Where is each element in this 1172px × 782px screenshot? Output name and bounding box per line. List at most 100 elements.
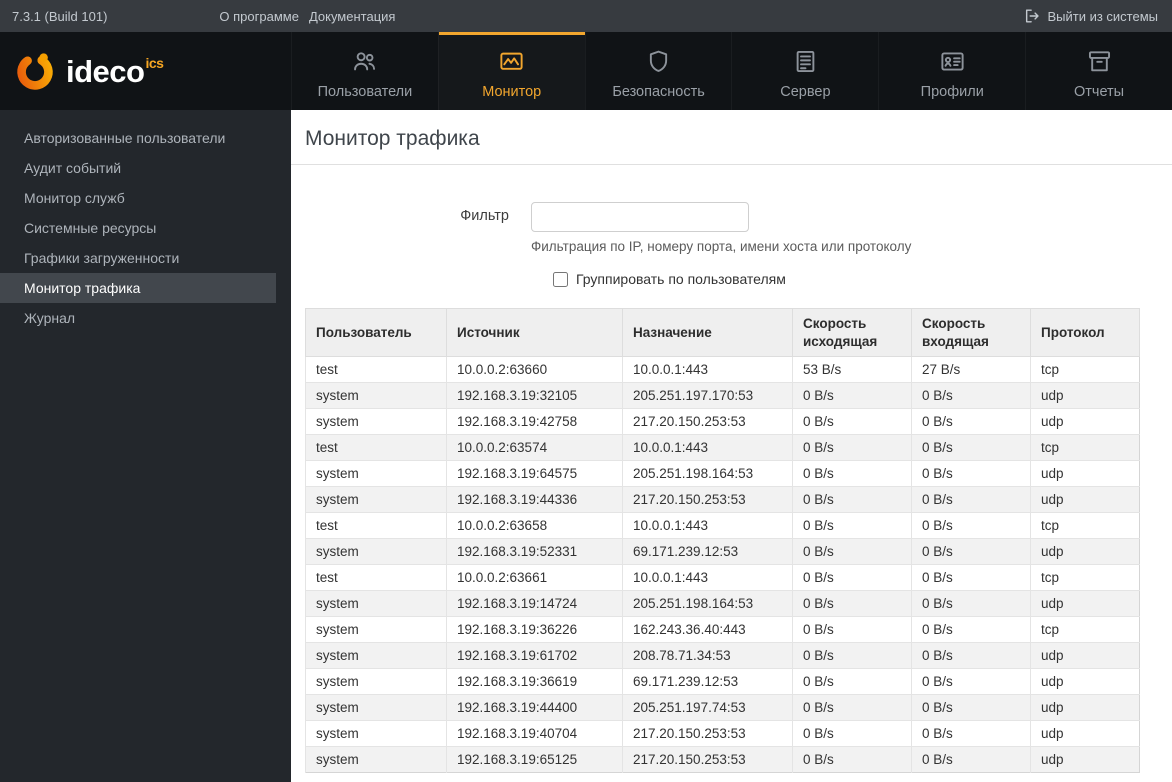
brand-suffix: ics: [145, 54, 164, 71]
table-cell: 0 B/s: [911, 538, 1031, 565]
nav-label: Сервер: [780, 84, 831, 100]
table-cell: 205.251.197.74:53: [622, 694, 793, 721]
table-cell: 10.0.0.1:443: [622, 434, 793, 461]
table-cell: 0 B/s: [911, 460, 1031, 487]
table-cell: udp: [1030, 590, 1140, 617]
nav-label: Пользователи: [317, 84, 413, 100]
table-cell: 192.168.3.19:32105: [446, 382, 623, 409]
table-cell: 0 B/s: [911, 590, 1031, 617]
table-cell: tcp: [1030, 564, 1140, 591]
table-cell: 0 B/s: [911, 694, 1031, 721]
about-link[interactable]: О программе: [219, 9, 299, 24]
table-cell: udp: [1030, 668, 1140, 695]
table-cell: 0 B/s: [911, 512, 1031, 539]
table-cell: 217.20.150.253:53: [622, 720, 793, 747]
logout-button[interactable]: Выйти из системы: [1024, 8, 1158, 24]
nav-item-security[interactable]: Безопасность: [584, 32, 732, 110]
table-cell: 0 B/s: [911, 408, 1031, 435]
table-cell: system: [305, 408, 447, 435]
table-cell: 217.20.150.253:53: [622, 746, 793, 773]
sidebar-item-services-monitor[interactable]: Монитор служб: [0, 183, 276, 213]
logout-label: Выйти из системы: [1047, 8, 1158, 24]
sidebar-item-load-graphs[interactable]: Графики загруженности: [0, 243, 276, 273]
table-cell: tcp: [1030, 434, 1140, 461]
table-cell: test: [305, 512, 447, 539]
nav-label: Отчеты: [1073, 84, 1125, 100]
table-cell: 205.251.197.170:53: [622, 382, 793, 409]
content-area: Монитор трафика Фильтр Фильтрация по IP,…: [291, 110, 1172, 782]
brand-logo[interactable]: idecoics: [0, 32, 291, 110]
table-cell: system: [305, 642, 447, 669]
table-cell: system: [305, 746, 447, 773]
table-cell: 192.168.3.19:14724: [446, 590, 623, 617]
sidebar-item-authorized-users[interactable]: Авторизованные пользователи: [0, 123, 276, 153]
table-cell: 0 B/s: [792, 434, 912, 461]
header-speed-in: Скорость входящая: [911, 307, 1031, 358]
filter-help-text: Фильтрация по IP, номеру порта, имени хо…: [531, 239, 912, 254]
table-cell: 205.251.198.164:53: [622, 590, 793, 617]
group-by-users-label: Группировать по пользователям: [576, 271, 786, 287]
header-destination: Назначение: [622, 307, 793, 358]
monitor-icon: [500, 52, 523, 70]
main-navbar: idecoics Пользователи Монитор Безопаснос…: [0, 32, 1172, 110]
table-cell: 192.168.3.19:36226: [446, 616, 623, 643]
nav-item-users[interactable]: Пользователи: [291, 32, 438, 110]
table-cell: 192.168.3.19:44400: [446, 694, 623, 721]
group-by-users-checkbox[interactable]: [553, 271, 568, 287]
nav-item-profiles[interactable]: Профили: [878, 32, 1025, 110]
reports-icon: [1088, 51, 1110, 72]
table-cell: 0 B/s: [792, 720, 912, 747]
table-cell: system: [305, 668, 447, 695]
table-cell: 10.0.0.2:63658: [446, 512, 623, 539]
table-cell: system: [305, 720, 447, 747]
docs-link[interactable]: Документация: [309, 9, 396, 24]
sidebar-item-event-audit[interactable]: Аудит событий: [0, 153, 276, 183]
table-cell: 0 B/s: [911, 668, 1031, 695]
sidebar-item-system-resources[interactable]: Системные ресурсы: [0, 213, 276, 243]
table-cell: 0 B/s: [911, 434, 1031, 461]
table-cell: 0 B/s: [792, 642, 912, 669]
table-cell: 0 B/s: [792, 460, 912, 487]
table-row: test 10.0.0.2:63660 10.0.0.1:443 53 B/s 27 B…: [305, 356, 1140, 383]
nav-item-monitor[interactable]: Монитор: [437, 32, 585, 110]
table-cell: 69.171.239.12:53: [622, 538, 793, 565]
nav-item-server[interactable]: Сервер: [731, 32, 878, 110]
table-row: test 10.0.0.2:63658 10.0.0.1:443 0 B/s 0 B/s…: [305, 512, 1140, 539]
table-cell: 192.168.3.19:40704: [446, 720, 623, 747]
filter-label: Фильтр: [460, 208, 509, 224]
shield-icon: [649, 50, 668, 72]
table-cell: 205.251.198.164:53: [622, 460, 793, 487]
table-cell: 192.168.3.19:65125: [446, 746, 623, 773]
filter-input[interactable]: [531, 202, 749, 232]
table-row: test 10.0.0.2:63574 10.0.0.1:443 0 B/s 0 B/s…: [305, 434, 1140, 461]
table-cell: 69.171.239.12:53: [622, 668, 793, 695]
table-row: system 192.168.3.19:64575 205.251.198.164:…: [305, 460, 1140, 487]
table-cell: tcp: [1030, 616, 1140, 643]
table-cell: 0 B/s: [792, 668, 912, 695]
server-icon: [796, 50, 815, 73]
table-row: test 10.0.0.2:63661 10.0.0.1:443 0 B/s 0 B/s…: [305, 564, 1140, 591]
nav-label: Монитор: [482, 84, 542, 100]
table-cell: test: [305, 434, 447, 461]
table-cell: 53 B/s: [792, 356, 912, 383]
table-cell: 0 B/s: [911, 746, 1031, 773]
table-cell: 10.0.0.1:443: [622, 512, 793, 539]
sidebar-item-log[interactable]: Журнал: [0, 303, 276, 333]
traffic-table: Пользователь Источник Назначение Скорост…: [305, 307, 1140, 774]
table-cell: 0 B/s: [911, 382, 1031, 409]
table-cell: 0 B/s: [911, 486, 1031, 513]
sidebar-item-traffic-monitor[interactable]: Монитор трафика: [0, 273, 276, 303]
table-cell: test: [305, 564, 447, 591]
table-cell: 192.168.3.19:36619: [446, 668, 623, 695]
group-by-users-row[interactable]: Группировать по пользователям: [553, 271, 1172, 287]
table-cell: 0 B/s: [911, 564, 1031, 591]
nav-item-reports[interactable]: Отчеты: [1025, 32, 1172, 110]
table-row: system 192.168.3.19:36226 162.243.36.40:44…: [305, 616, 1140, 643]
table-cell: 0 B/s: [792, 590, 912, 617]
table-row: system 192.168.3.19:32105 205.251.197.170:…: [305, 382, 1140, 409]
traffic-table-body: test 10.0.0.2:63660 10.0.0.1:443 53 B/s 27 B…: [305, 356, 1140, 773]
table-header-row: Пользователь Источник Назначение Скорост…: [305, 307, 1140, 358]
page-title: Монитор трафика: [291, 110, 1172, 165]
table-cell: tcp: [1030, 356, 1140, 383]
table-cell: system: [305, 460, 447, 487]
